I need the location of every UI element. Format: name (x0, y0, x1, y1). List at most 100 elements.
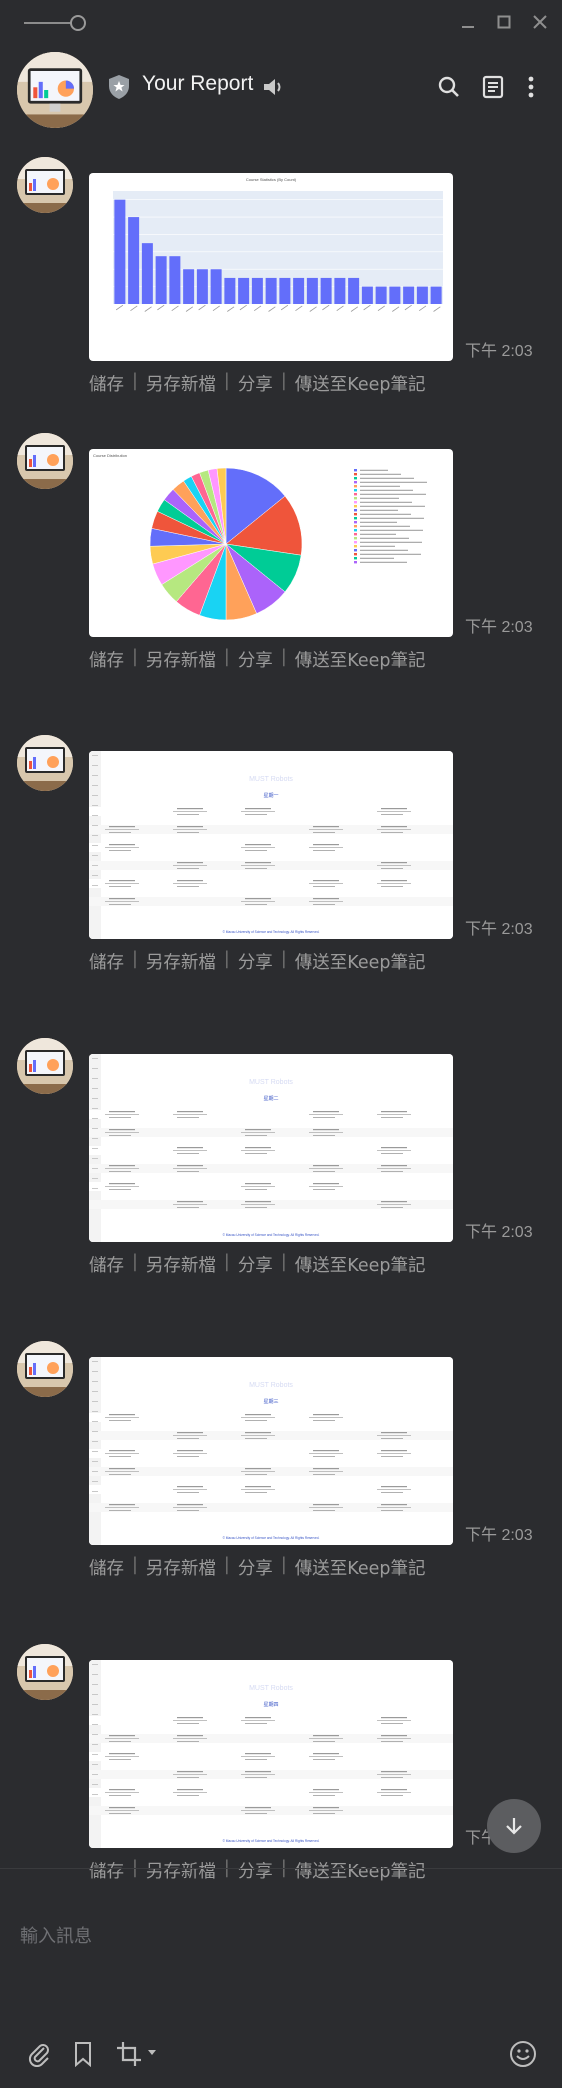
emoji-icon[interactable] (508, 2039, 538, 2069)
send-keep-link[interactable]: 傳送至Keep筆記 (295, 1858, 426, 1883)
speaker-icon[interactable] (262, 76, 286, 98)
timetable-image[interactable]: MUST Robots 星期一 © Macau University of Sc… (89, 751, 453, 939)
separator: | (132, 1858, 138, 1883)
legend-label (360, 489, 413, 491)
x-tick-label (280, 304, 289, 311)
save-link[interactable]: 儲存 (89, 1858, 124, 1883)
chart-bar (306, 277, 318, 304)
chart-bar (361, 286, 373, 304)
avatar[interactable] (17, 1644, 73, 1700)
avatar[interactable] (17, 52, 93, 128)
maximize-icon[interactable] (492, 10, 516, 34)
chat-title[interactable]: Your Report (142, 72, 253, 96)
zoom-slider-knob[interactable] (70, 15, 86, 31)
chart-bar (293, 277, 305, 304)
avatar[interactable] (17, 1038, 73, 1094)
separator: | (223, 1252, 230, 1272)
share-link[interactable]: 分享 (238, 1555, 273, 1580)
chart-bar (210, 269, 222, 304)
legend-swatch (354, 505, 357, 508)
save-link[interactable]: 儲存 (89, 949, 124, 974)
share-link[interactable]: 分享 (238, 1252, 273, 1277)
search-icon[interactable] (436, 74, 462, 100)
legend-swatch (354, 545, 357, 548)
save-as-link[interactable]: 另存新檔 (146, 1858, 216, 1883)
message-actions: 儲存 | 另存新檔 | 分享 | 傳送至Keep筆記 (89, 647, 425, 672)
watermark-text: MUST Robots (249, 1079, 293, 1086)
timetable-footer: © Macau University of Science and Techno… (223, 1839, 320, 1843)
send-keep-link[interactable]: 傳送至Keep筆記 (295, 647, 426, 672)
legend-label (360, 517, 424, 519)
separator: | (223, 371, 230, 391)
avatar[interactable] (17, 157, 73, 213)
separator: | (132, 1252, 138, 1272)
legend-swatch (354, 533, 357, 536)
separator: | (223, 647, 230, 667)
legend-swatch (354, 549, 357, 552)
chart-bar (114, 199, 126, 304)
avatar[interactable] (17, 433, 73, 489)
legend-label (360, 473, 401, 475)
timetable-image[interactable]: MUST Robots 星期四 © Macau University of Sc… (89, 1660, 453, 1848)
more-vertical-icon[interactable] (518, 74, 544, 100)
chart-image[interactable]: Course Distribution (89, 449, 453, 637)
chart-image[interactable]: Course Statistics (By Count) (89, 173, 453, 361)
avatar[interactable] (17, 1341, 73, 1397)
minimize-icon[interactable] (456, 10, 480, 34)
message-actions: 儲存 | 另存新檔 | 分享 | 傳送至Keep筆記 (89, 1252, 425, 1277)
save-link[interactable]: 儲存 (89, 647, 124, 672)
save-link[interactable]: 儲存 (89, 1555, 124, 1580)
chart-bar (375, 286, 387, 304)
chart-bar (141, 243, 153, 304)
chart-bar (169, 256, 181, 304)
legend-label (360, 497, 399, 499)
window-titlebar (0, 0, 562, 44)
legend-label (360, 529, 423, 531)
legend-swatch (354, 521, 357, 524)
message-time: 下午 2:03 (465, 343, 533, 360)
bookmark-icon[interactable] (68, 2039, 98, 2069)
notes-icon[interactable] (480, 74, 506, 100)
crop-dropdown-icon[interactable] (148, 2050, 156, 2055)
save-as-link[interactable]: 另存新檔 (146, 647, 216, 672)
save-link[interactable]: 儲存 (89, 371, 124, 396)
save-link[interactable]: 儲存 (89, 1252, 124, 1277)
chart-bar (334, 277, 346, 304)
scroll-down-button[interactable] (487, 1799, 541, 1853)
share-link[interactable]: 分享 (238, 949, 273, 974)
save-as-link[interactable]: 另存新檔 (146, 1555, 216, 1580)
x-tick-label (253, 305, 262, 312)
separator: | (132, 647, 138, 667)
share-link[interactable]: 分享 (238, 371, 273, 396)
send-keep-link[interactable]: 傳送至Keep筆記 (295, 1555, 426, 1580)
legend-label (360, 481, 427, 483)
close-icon[interactable] (528, 10, 552, 34)
message-input[interactable]: 輸入訊息 (20, 1922, 92, 1948)
watermark-text: MUST Robots (249, 1382, 293, 1389)
send-keep-link[interactable]: 傳送至Keep筆記 (295, 949, 426, 974)
x-tick-label (295, 305, 303, 312)
crop-icon[interactable] (114, 2039, 144, 2069)
avatar[interactable] (17, 735, 73, 791)
legend-swatch (354, 513, 357, 516)
separator: | (280, 371, 287, 391)
x-tick-label (212, 305, 220, 312)
share-link[interactable]: 分享 (238, 647, 273, 672)
timetable-day-label: 星期四 (263, 1702, 278, 1708)
save-as-link[interactable]: 另存新檔 (146, 371, 216, 396)
x-tick-label (198, 304, 206, 311)
save-as-link[interactable]: 另存新檔 (146, 1252, 216, 1277)
timetable-day-label: 星期一 (263, 793, 278, 799)
timetable-image[interactable]: MUST Robots 星期二 © Macau University of Sc… (89, 1054, 453, 1242)
send-keep-link[interactable]: 傳送至Keep筆記 (295, 1252, 426, 1277)
timetable-image[interactable]: MUST Robots 星期三 © Macau University of Sc… (89, 1357, 453, 1545)
send-keep-link[interactable]: 傳送至Keep筆記 (295, 371, 426, 396)
share-link[interactable]: 分享 (238, 1858, 273, 1883)
legend-swatch (354, 469, 357, 472)
save-as-link[interactable]: 另存新檔 (146, 949, 216, 974)
legend-swatch (354, 477, 357, 480)
x-tick-label (171, 305, 179, 312)
paperclip-icon[interactable] (24, 2039, 54, 2069)
legend-label (360, 553, 421, 555)
timetable-day-label: 星期二 (263, 1096, 278, 1102)
